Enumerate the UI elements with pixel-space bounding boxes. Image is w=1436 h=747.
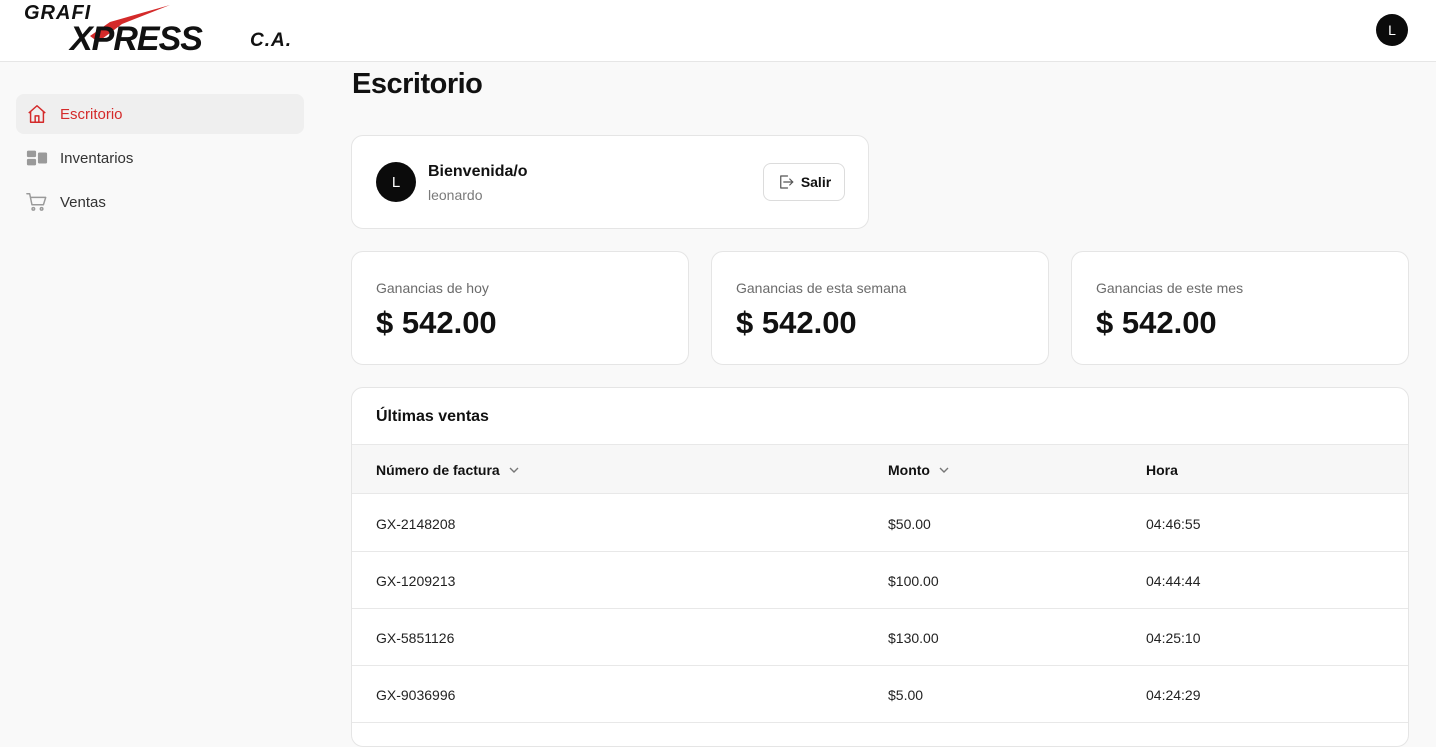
logout-label: Salir xyxy=(800,174,832,190)
welcome-avatar-initial: L xyxy=(391,173,401,191)
stat-label: Ganancias de esta semana xyxy=(736,280,907,296)
cell-invoice: GX-5851126 xyxy=(376,629,455,646)
table-header: Número de factura Monto Hora xyxy=(352,444,1408,495)
cart-icon xyxy=(26,191,48,213)
cell-amount: $5.00 xyxy=(888,686,924,703)
cell-time: 04:46:55 xyxy=(1146,515,1201,532)
recent-sales-card: Últimas ventas Número de factura Monto H… xyxy=(351,387,1409,747)
column-header-label: Hora xyxy=(1146,462,1178,478)
sidebar-nav: Escritorio Inventarios Ventas xyxy=(16,94,304,226)
stat-value: $ 542.00 xyxy=(1096,305,1217,340)
stat-value: $ 542.00 xyxy=(376,305,497,340)
stat-card-month: Ganancias de este mes $ 542.00 xyxy=(1071,251,1409,365)
table-row[interactable]: GX-1209213 $100.00 04:44:44 xyxy=(352,552,1408,609)
cell-invoice: GX-9036996 xyxy=(376,686,456,703)
welcome-card: L Bienvenida/o leonardo Salir xyxy=(351,135,869,229)
cell-amount: $130.00 xyxy=(888,629,939,646)
table-row[interactable]: GX-5851126 $130.00 04:25:10 xyxy=(352,609,1408,666)
welcome-avatar: L xyxy=(376,162,416,202)
top-bar: GRAFI XPRESS C.A. L xyxy=(0,0,1436,62)
sidebar-item-label: Inventarios xyxy=(60,149,134,167)
brand-logo[interactable]: GRAFI XPRESS C.A. xyxy=(22,2,302,60)
cell-time: 04:25:10 xyxy=(1146,629,1201,646)
cell-invoice: GX-1209213 xyxy=(376,572,456,589)
column-header-amount[interactable]: Monto xyxy=(888,445,950,495)
cell-amount: $50.00 xyxy=(888,515,931,532)
logo-text-suffix: C.A. xyxy=(250,30,292,51)
column-header-invoice[interactable]: Número de factura xyxy=(376,445,520,495)
welcome-username: leonardo xyxy=(428,187,483,203)
cell-time: 04:44:44 xyxy=(1146,572,1201,589)
sidebar-item-label: Ventas xyxy=(60,193,106,211)
cell-time: 04:24:29 xyxy=(1146,686,1201,703)
cell-amount: $100.00 xyxy=(888,572,939,589)
cell-invoice: GX-2148208 xyxy=(376,515,456,532)
stat-value: $ 542.00 xyxy=(736,305,857,340)
sidebar-item-inventarios[interactable]: Inventarios xyxy=(16,138,304,178)
logout-icon xyxy=(777,173,795,191)
column-header-time: Hora xyxy=(1146,445,1178,495)
inventory-icon xyxy=(26,147,48,169)
column-header-label: Número de factura xyxy=(376,462,500,478)
table-row[interactable]: GX-9036996 $5.00 04:24:29 xyxy=(352,666,1408,723)
welcome-greeting: Bienvenida/o xyxy=(428,163,528,180)
user-avatar-button[interactable]: L xyxy=(1376,14,1408,46)
sidebar-item-label: Escritorio xyxy=(60,105,123,123)
chevron-down-icon xyxy=(938,464,950,476)
page-title: Escritorio xyxy=(352,68,483,100)
user-avatar-initial: L xyxy=(1388,22,1396,38)
recent-sales-title: Últimas ventas xyxy=(376,408,489,425)
logo-text-main: XPRESS xyxy=(70,20,203,58)
stat-card-week: Ganancias de esta semana $ 542.00 xyxy=(711,251,1049,365)
stat-label: Ganancias de este mes xyxy=(1096,280,1244,296)
stat-label: Ganancias de hoy xyxy=(376,280,489,296)
sidebar-item-escritorio[interactable]: Escritorio xyxy=(16,94,304,134)
column-header-label: Monto xyxy=(888,462,930,478)
home-icon xyxy=(26,103,48,125)
logout-button[interactable]: Salir xyxy=(763,163,845,201)
stat-card-today: Ganancias de hoy $ 542.00 xyxy=(351,251,689,365)
table-row[interactable]: GX-2148208 $50.00 04:46:55 xyxy=(352,495,1408,552)
chevron-down-icon xyxy=(508,464,520,476)
sidebar-item-ventas[interactable]: Ventas xyxy=(16,182,304,222)
